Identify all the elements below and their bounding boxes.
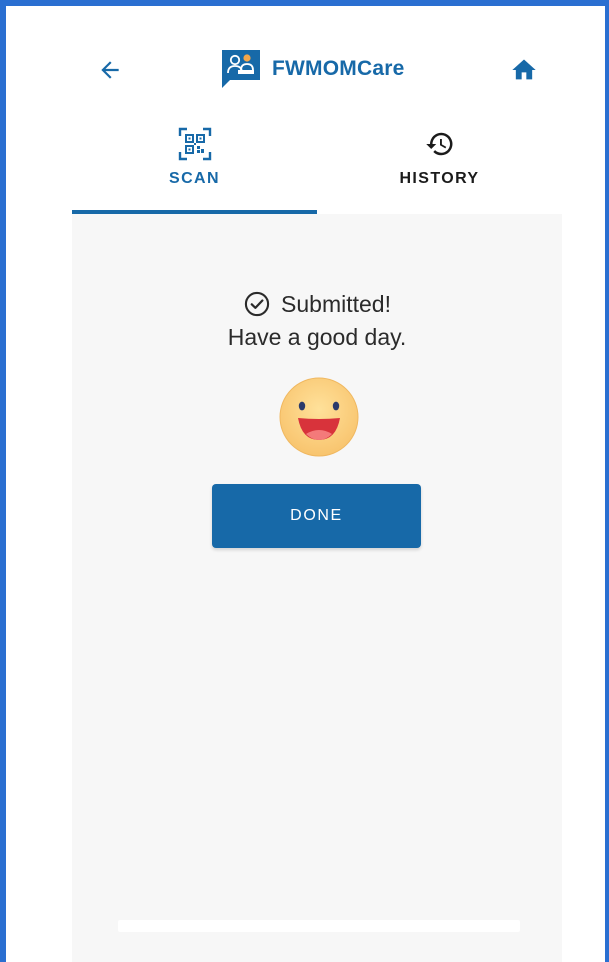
tab-history-icon-wrap	[425, 126, 455, 162]
app-header: FWMOMCare	[6, 6, 605, 106]
tab-history[interactable]: HISTORY	[317, 116, 562, 214]
tab-scan-label: SCAN	[169, 170, 220, 187]
tab-history-label: HISTORY	[399, 170, 480, 187]
tab-scan[interactable]: SCAN	[72, 116, 317, 214]
app-frame: FWMOMCare SCAN HISTORY Submitted! Have a…	[0, 0, 609, 962]
app-name: FWMOMCare	[272, 57, 405, 80]
submitted-text: Submitted!	[281, 290, 391, 317]
fwmomcare-logo-icon	[222, 50, 260, 88]
arrow-left-icon	[101, 61, 119, 79]
done-button[interactable]: DONE	[212, 484, 421, 548]
submitted-row: Submitted!	[72, 290, 562, 318]
history-icon	[425, 132, 452, 156]
check-circle-icon	[244, 291, 270, 317]
tab-bar: SCAN HISTORY	[72, 116, 562, 214]
brand: FWMOMCare	[218, 44, 404, 94]
tab-scan-icon-wrap	[178, 126, 212, 162]
home-indicator-bar	[118, 920, 520, 932]
greeting-text: Have a good day.	[227, 324, 407, 350]
result-panel: Submitted! Have a good day. DONE	[72, 214, 562, 962]
back-button[interactable]	[92, 52, 128, 88]
home-button[interactable]	[506, 52, 542, 88]
qr-code-icon	[178, 127, 211, 161]
smiling-face-icon	[279, 377, 359, 457]
home-icon	[512, 59, 536, 80]
